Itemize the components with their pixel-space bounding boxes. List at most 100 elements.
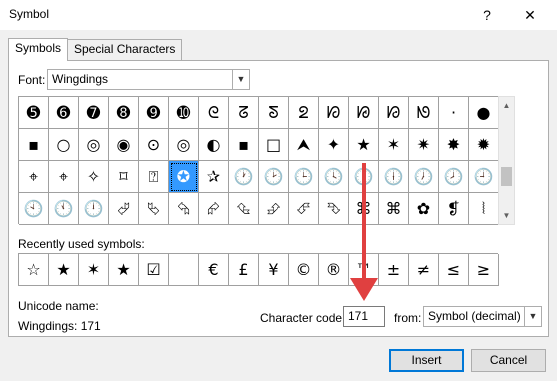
symbol-cell[interactable]: ➐ — [79, 97, 109, 129]
symbol-cell[interactable]: ◎ — [169, 129, 199, 161]
recent-symbol-cell[interactable]: ¥ — [259, 254, 289, 286]
symbol-cell[interactable]: ⮲ — [169, 193, 199, 225]
recent-symbol-cell[interactable]: © — [289, 254, 319, 286]
symbol-cell[interactable]: 🕛 — [79, 193, 109, 225]
symbol-grid-scrollbar[interactable]: ▲ ▼ — [498, 96, 515, 225]
symbol-cell[interactable]: ⌘ — [349, 193, 379, 225]
symbol-cell[interactable]: ➑ — [109, 97, 139, 129]
symbol-cell[interactable]: ★ — [349, 129, 379, 161]
symbol-cell[interactable]: ✰ — [199, 161, 229, 193]
symbol-cell[interactable]: ◐ — [199, 129, 229, 161]
tab-symbols-label: Symbols — [15, 41, 62, 55]
symbol-cell[interactable]: ⌘ — [379, 193, 409, 225]
symbol-cell[interactable]: 🕑 — [259, 161, 289, 193]
font-select-value: Wingdings — [52, 72, 109, 86]
symbol-cell[interactable]: ✹ — [469, 129, 499, 161]
unicode-name-value: Wingdings: 171 — [18, 319, 101, 333]
unicode-name-label: Unicode name: — [18, 299, 99, 313]
symbol-cell[interactable]: ⊙ — [139, 129, 169, 161]
symbol-cell[interactable]: ✦ — [319, 129, 349, 161]
character-code-input[interactable]: 171 — [343, 306, 385, 327]
symbol-cell[interactable]: 🕐 — [229, 161, 259, 193]
recent-symbol-cell[interactable]: € — [199, 254, 229, 286]
symbol-cell[interactable]: ⮷ — [319, 193, 349, 225]
recent-symbol-cell[interactable]: ✶ — [79, 254, 109, 286]
recent-symbol-cell[interactable]: ≤ — [439, 254, 469, 286]
symbol-cell[interactable]: ✶ — [379, 129, 409, 161]
symbol-cell[interactable]: ◉ — [109, 129, 139, 161]
recent-symbol-cell[interactable]: ® — [319, 254, 349, 286]
symbol-cell[interactable]: 🕚 — [49, 193, 79, 225]
font-label: Font: — [18, 73, 46, 87]
symbol-cell[interactable]: 🕘 — [469, 161, 499, 193]
recent-symbol-cell[interactable]: ☑ — [139, 254, 169, 286]
symbol-cell[interactable]: ✷ — [409, 129, 439, 161]
symbol-cell[interactable]: 🕙 — [19, 193, 49, 225]
insert-button[interactable]: Insert — [389, 349, 464, 372]
symbol-cell[interactable]: ᘕ — [259, 97, 289, 129]
symbol-cell[interactable]: ᘙ — [379, 97, 409, 129]
recent-symbol-cell[interactable] — [169, 254, 199, 286]
recent-symbol-cell[interactable]: ≠ — [409, 254, 439, 286]
symbol-cell[interactable]: ➎ — [19, 97, 49, 129]
help-button[interactable]: ? — [473, 3, 501, 27]
symbol-cell[interactable]: □ — [259, 129, 289, 161]
symbol-cell[interactable]: ✸ — [439, 129, 469, 161]
recent-symbol-cell[interactable]: ™ — [349, 254, 379, 286]
symbol-cell[interactable]: ● — [469, 97, 499, 129]
symbol-cell[interactable]: ➏ — [49, 97, 79, 129]
symbol-grid: ➎ ➏ ➐ ➑ ➒ ➓ ᘓ ᘔ ᘕ ᘖ ᘗ ᘘ ᘙ ᘚ · ● ▪ ○ ◎ ◉ ⊙ ◎ ◐ ▪ □ ⮝ ✦ ★ ✶ ✷ ✸ ✹ ⌖ ⌖ ✧ ⌑ ⍰ ✪ ✰ 🕐… — [18, 96, 499, 225]
symbol-cell[interactable]: ⦚ — [469, 193, 499, 225]
symbol-cell[interactable]: ⌑ — [109, 161, 139, 193]
symbol-cell[interactable]: ▪ — [229, 129, 259, 161]
recent-symbol-cell[interactable]: £ — [229, 254, 259, 286]
symbol-cell[interactable]: ⌖ — [19, 161, 49, 193]
symbol-cell[interactable]: ᘚ — [409, 97, 439, 129]
symbol-cell[interactable]: ᘓ — [199, 97, 229, 129]
symbol-cell[interactable]: 🕕 — [379, 161, 409, 193]
symbol-cell[interactable]: ᘖ — [289, 97, 319, 129]
symbol-cell[interactable]: ⌖ — [49, 161, 79, 193]
symbol-cell[interactable]: ⮱ — [139, 193, 169, 225]
symbol-cell[interactable]: 🕓 — [319, 161, 349, 193]
symbol-cell[interactable]: ➓ — [169, 97, 199, 129]
scroll-up-icon[interactable]: ▲ — [499, 97, 514, 114]
symbol-cell[interactable]: ᘗ — [319, 97, 349, 129]
symbol-cell[interactable]: ❡ — [439, 193, 469, 225]
recent-symbol-cell[interactable]: ★ — [49, 254, 79, 286]
symbol-cell[interactable]: ⮶ — [289, 193, 319, 225]
font-select[interactable]: Wingdings ▼ — [47, 69, 250, 90]
from-select[interactable]: Symbol (decimal) ▼ — [423, 306, 542, 327]
symbol-cell[interactable]: ⮰ — [109, 193, 139, 225]
symbol-cell[interactable]: ⮴ — [229, 193, 259, 225]
symbol-cell[interactable]: ➒ — [139, 97, 169, 129]
close-button[interactable]: ✕ — [516, 3, 544, 27]
symbol-cell[interactable]: ✿ — [409, 193, 439, 225]
recent-symbol-cell[interactable]: ☆ — [19, 254, 49, 286]
symbol-cell[interactable]: 🕒 — [289, 161, 319, 193]
window-title: Symbol — [9, 7, 50, 21]
tab-symbols[interactable]: Symbols — [8, 38, 69, 61]
symbol-cell[interactable]: ◎ — [79, 129, 109, 161]
symbol-cell[interactable]: ᘘ — [349, 97, 379, 129]
recent-symbol-cell[interactable]: ★ — [109, 254, 139, 286]
symbol-cell[interactable]: ⮳ — [199, 193, 229, 225]
scroll-down-icon[interactable]: ▼ — [499, 207, 514, 224]
symbol-cell[interactable]: 🕗 — [439, 161, 469, 193]
symbol-cell[interactable]: · — [439, 97, 469, 129]
symbol-cell[interactable]: ᘔ — [229, 97, 259, 129]
recent-symbol-cell[interactable]: ± — [379, 254, 409, 286]
symbol-cell[interactable]: ▪ — [19, 129, 49, 161]
symbol-cell[interactable]: ○ — [49, 129, 79, 161]
symbol-cell[interactable]: ⮝ — [289, 129, 319, 161]
cancel-button[interactable]: Cancel — [471, 349, 546, 372]
scrollbar-thumb[interactable] — [501, 167, 512, 186]
symbol-cell[interactable]: 🕖 — [409, 161, 439, 193]
symbol-cell-selected[interactable]: ✪ — [169, 161, 199, 193]
symbol-cell[interactable]: ✧ — [79, 161, 109, 193]
symbol-cell[interactable]: 🕔 — [349, 161, 379, 193]
recent-symbol-cell[interactable]: ≥ — [469, 254, 499, 286]
symbol-cell[interactable]: ⍰ — [139, 161, 169, 193]
symbol-cell[interactable]: ⮵ — [259, 193, 289, 225]
tab-special-characters[interactable]: Special Characters — [67, 39, 183, 60]
